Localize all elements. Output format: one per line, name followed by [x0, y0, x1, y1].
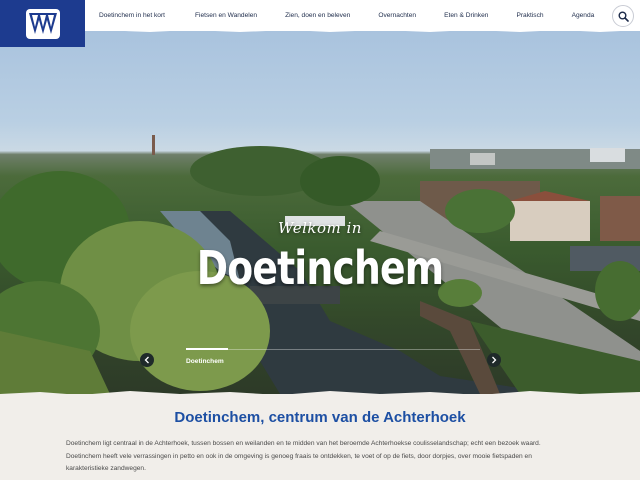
- hero-subtitle: Welkom in: [278, 219, 362, 237]
- slider-prev-button[interactable]: [140, 353, 154, 367]
- search-button[interactable]: [612, 5, 634, 27]
- slide-caption[interactable]: Doetinchem: [186, 358, 224, 365]
- chevron-left-icon: [144, 356, 149, 364]
- intro-title: Doetinchem, centrum van de Achterhoek: [174, 409, 466, 426]
- hero-title: Doetinchem: [196, 241, 444, 295]
- nav-item-eten-en-drinken[interactable]: Eten & Drinken: [444, 12, 488, 19]
- vvv-logo-icon: [29, 13, 57, 34]
- intro-text: Doetinchem ligt centraal in de Achterhoe…: [66, 440, 541, 472]
- main-nav: Doetinchem in het kort Fietsen en Wandel…: [99, 0, 622, 31]
- vvv-logo[interactable]: [0, 0, 85, 47]
- nav-item-doetinchem-in-het-kort[interactable]: Doetinchem in het kort: [99, 12, 165, 19]
- hero-photo-aerial-doetinchem: [0, 135, 640, 394]
- slider-next-button[interactable]: [487, 353, 501, 367]
- slide-progress-track: [186, 349, 480, 350]
- hero-banner: Welkom in Doetinchem Doetinchem: [0, 31, 640, 394]
- nav-item-agenda[interactable]: Agenda: [572, 12, 595, 19]
- top-navigation-bar: Doetinchem in het kort Fietsen en Wandel…: [0, 0, 640, 31]
- nav-item-fietsen-en-wandelen[interactable]: Fietsen en Wandelen: [195, 12, 257, 19]
- slide-progress-active: [186, 348, 228, 350]
- nav-item-overnachten[interactable]: Overnachten: [378, 12, 416, 19]
- intro-section: Doetinchem, centrum van de Achterhoek Do…: [0, 394, 640, 480]
- search-icon: [618, 11, 629, 22]
- nav-item-zien-doen-en-beleven[interactable]: Zien, doen en beleven: [285, 12, 350, 19]
- chevron-right-icon: [492, 356, 497, 364]
- nav-item-praktisch[interactable]: Praktisch: [516, 12, 543, 19]
